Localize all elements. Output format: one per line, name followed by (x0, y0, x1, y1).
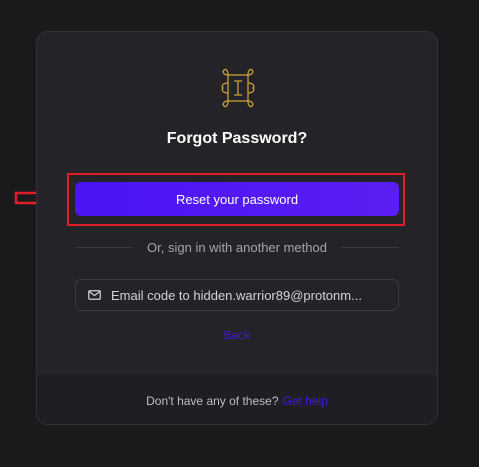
page-title: Forgot Password? (166, 130, 308, 147)
mail-icon (88, 290, 101, 300)
email-code-label: Email code to hidden.warrior89@protonm..… (111, 287, 362, 303)
back-link[interactable]: Back (37, 328, 437, 342)
reset-password-button[interactable]: Reset your password (75, 182, 399, 216)
footer-text: Don't have any of these? (146, 393, 279, 408)
divider-line-right (340, 246, 399, 248)
divider-text: Or, sign in with another method (147, 239, 327, 255)
footer: Don't have any of these? Get help (37, 375, 437, 424)
ornate-frame-logo-icon (221, 68, 255, 108)
email-code-button[interactable]: Email code to hidden.warrior89@protonm..… (75, 279, 399, 311)
forgot-password-card: Forgot Password? Reset your password Or,… (36, 31, 438, 425)
divider-line-left (75, 246, 134, 248)
divider: Or, sign in with another method (75, 239, 399, 255)
get-help-link[interactable]: Get help (283, 394, 328, 408)
